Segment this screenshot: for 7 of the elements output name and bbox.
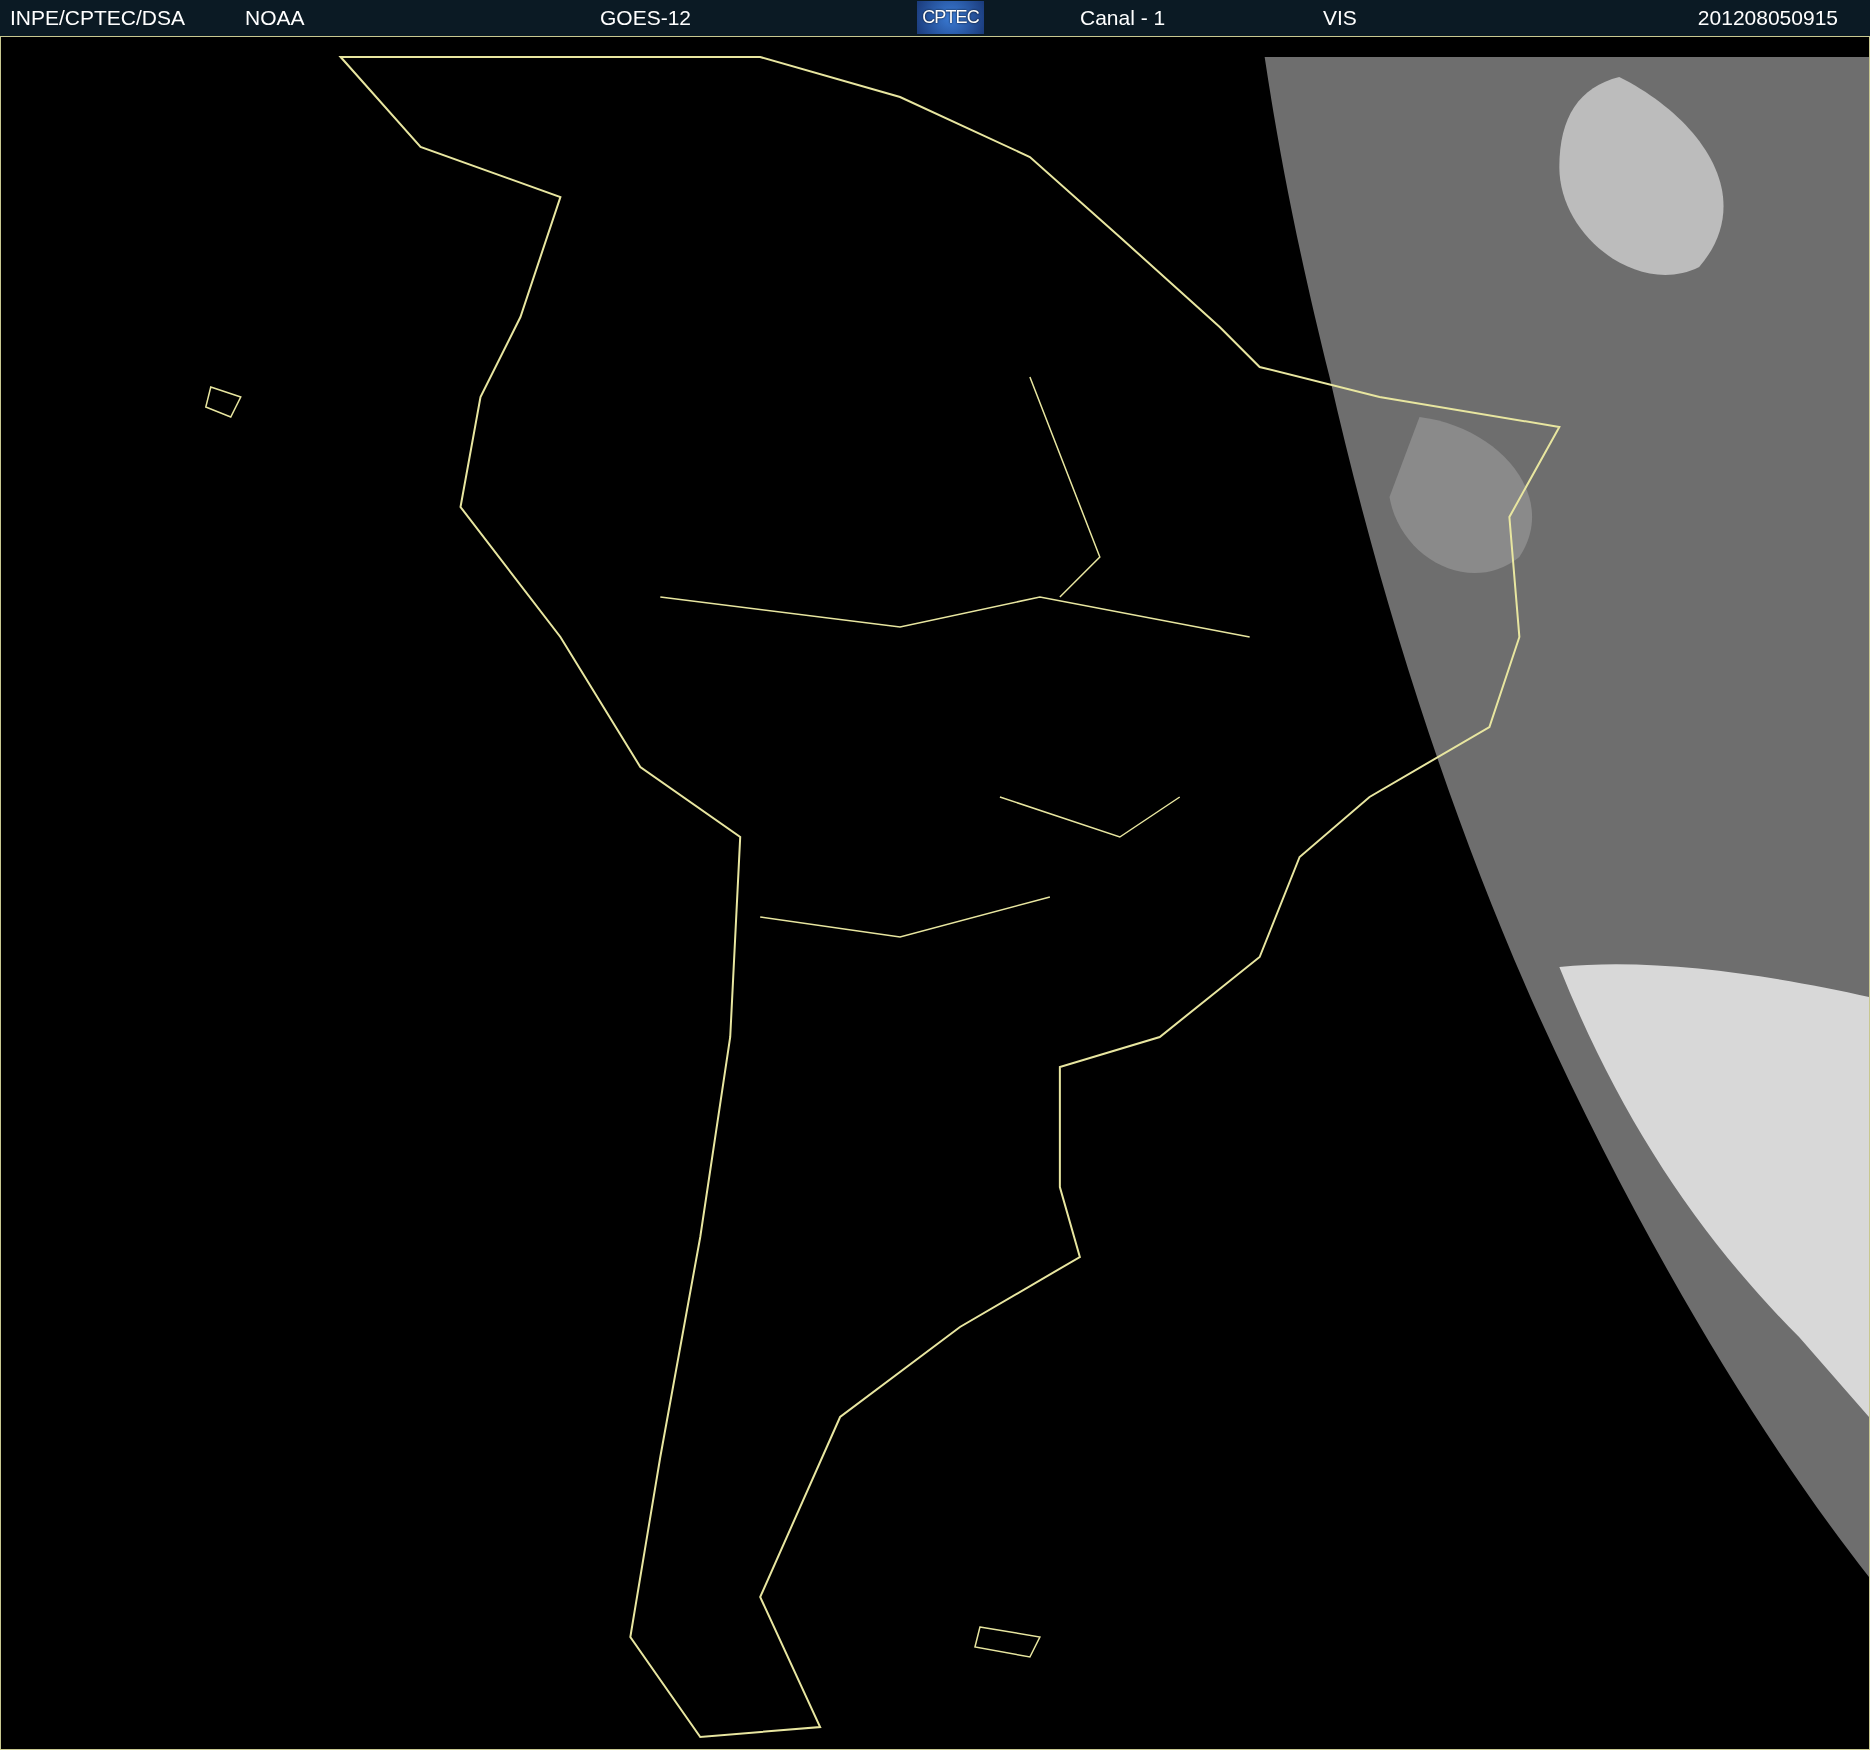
band-label: VIS bbox=[1323, 5, 1357, 32]
source-label: INPE/CPTEC/DSA bbox=[10, 5, 186, 32]
logo: CPTEC bbox=[917, 1, 984, 34]
agency-label: NOAA bbox=[245, 5, 305, 32]
satellite-label: GOES-12 bbox=[600, 5, 692, 32]
channel-label: Canal - 1 bbox=[1080, 5, 1166, 32]
timestamp: 201208050915 bbox=[1697, 5, 1838, 32]
